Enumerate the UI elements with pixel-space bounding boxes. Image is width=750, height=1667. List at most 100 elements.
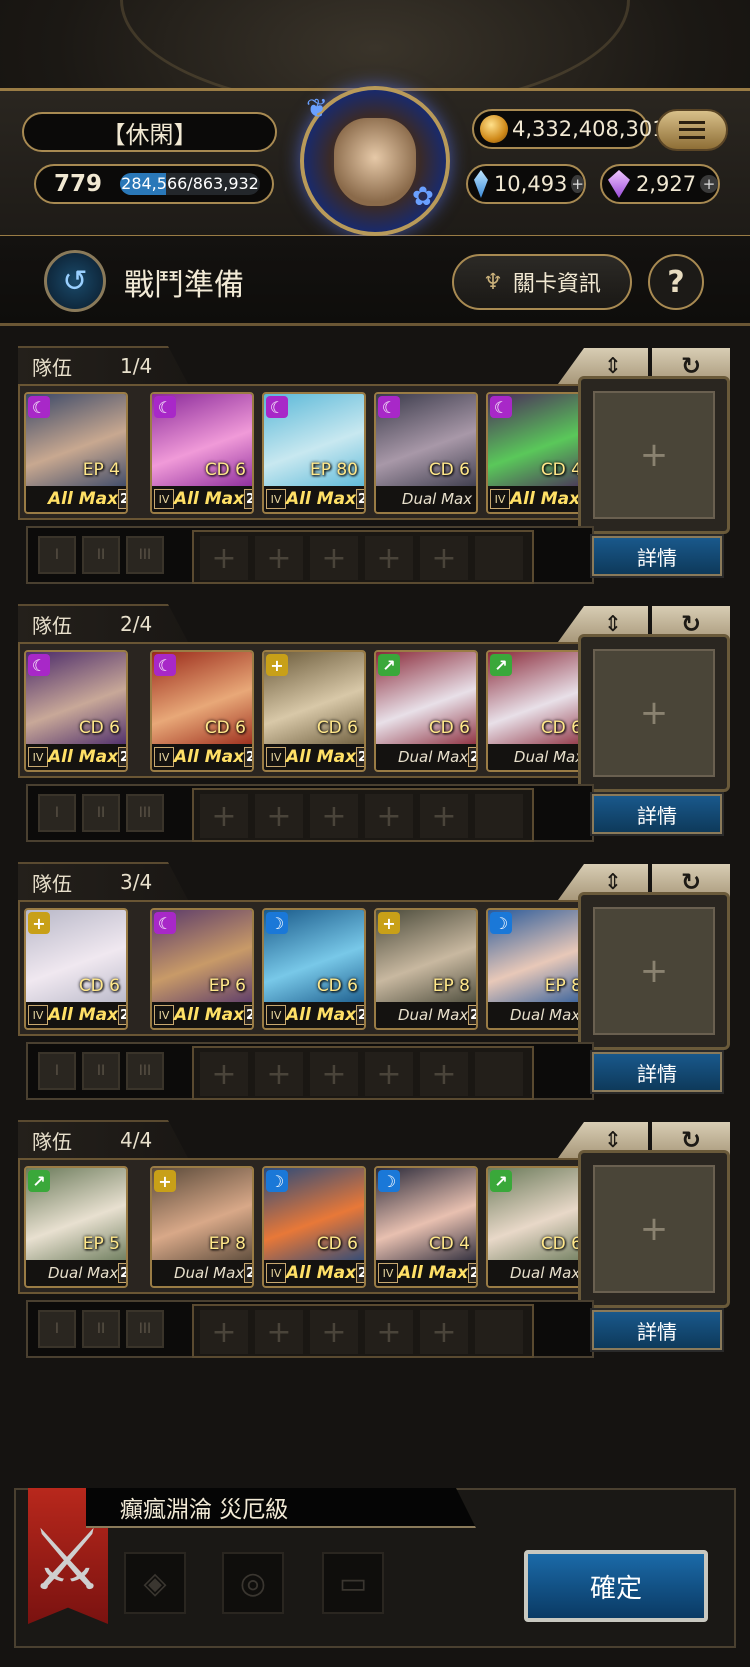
formation-slot-3[interactable]: III bbox=[126, 794, 164, 832]
badge-slot[interactable]: + bbox=[420, 1310, 468, 1354]
badge-slot[interactable]: + bbox=[310, 1052, 358, 1096]
formation-slot-3[interactable]: III bbox=[126, 1310, 164, 1348]
character-card[interactable]: + EP 8 Dual Max 20 bbox=[150, 1166, 254, 1288]
team-count: 3/4 bbox=[120, 870, 153, 894]
card-footer: Dual Max 20 bbox=[376, 1002, 476, 1028]
badge-slot[interactable] bbox=[475, 1052, 523, 1096]
badge-slot[interactable]: + bbox=[200, 536, 248, 580]
formation-slot-1[interactable]: I bbox=[38, 1310, 76, 1348]
add-support-slot[interactable]: + bbox=[578, 634, 730, 792]
player-avatar[interactable]: ❦ ✿ bbox=[300, 86, 450, 236]
character-card[interactable]: ☾ EP 80 IV All Max 20 bbox=[262, 392, 366, 514]
formation-slot-2[interactable]: II bbox=[82, 1052, 120, 1090]
character-card[interactable]: ☾ CD 6 IV All Max 20 bbox=[24, 650, 128, 772]
add-purple-gem-icon[interactable]: + bbox=[700, 175, 718, 193]
exp-bar: 284,566/863,932 bbox=[120, 173, 260, 195]
character-card[interactable]: ☾ CD 6 Dual Max bbox=[374, 392, 478, 514]
max-label: All Max bbox=[398, 1263, 469, 1283]
character-card[interactable]: ☾ CD 6 IV All Max 20 bbox=[150, 650, 254, 772]
formation-slot-1[interactable]: I bbox=[38, 536, 76, 574]
team-4: 隊伍 4/4 ⇕↻ ↗ EP 5 Dual Max 20 + EP 8 Dual… bbox=[18, 1120, 732, 1370]
character-card[interactable]: ☽ EP 8 Dual Max 20 bbox=[486, 908, 590, 1030]
badge-slot[interactable]: + bbox=[420, 794, 468, 838]
badge-slot[interactable]: + bbox=[365, 536, 413, 580]
reward-slot[interactable]: ▭ bbox=[322, 1552, 384, 1614]
badge-slot[interactable]: + bbox=[200, 794, 248, 838]
character-card[interactable]: ↗ CD 6 Dual Max 20 bbox=[486, 1166, 590, 1288]
back-button[interactable]: ↺ bbox=[44, 250, 106, 312]
add-support-slot[interactable]: + bbox=[578, 1150, 730, 1308]
character-card[interactable]: ☽ CD 6 IV All Max 20 bbox=[262, 1166, 366, 1288]
add-support-slot[interactable]: + bbox=[578, 892, 730, 1050]
badge-slot[interactable]: + bbox=[200, 1052, 248, 1096]
formation-slot-3[interactable]: III bbox=[126, 536, 164, 574]
character-card[interactable]: + EP 8 Dual Max 20 bbox=[374, 908, 478, 1030]
add-support-slot[interactable]: + bbox=[578, 376, 730, 534]
badge-slot[interactable]: + bbox=[200, 1310, 248, 1354]
detail-button[interactable]: 詳情 bbox=[590, 1308, 724, 1352]
detail-button[interactable]: 詳情 bbox=[590, 1050, 724, 1094]
player-level: 779 284,566/863,932 bbox=[34, 164, 274, 204]
gold-amount: 4,332,408,301 bbox=[512, 117, 666, 141]
badge-slot[interactable]: + bbox=[255, 1310, 303, 1354]
exp-text: 284,566/863,932 bbox=[121, 174, 259, 193]
badge-slot[interactable]: + bbox=[255, 1052, 303, 1096]
character-card[interactable]: ↗ CD 6 Dual Max 20 bbox=[374, 650, 478, 772]
badge-slot[interactable]: + bbox=[310, 794, 358, 838]
formation-slot-1[interactable]: I bbox=[38, 794, 76, 832]
character-card[interactable]: + CD 6 IV All Max 20 bbox=[262, 650, 366, 772]
character-card[interactable]: ☾ EP 4 All Max 20 bbox=[24, 392, 128, 514]
character-card[interactable]: ☾ CD 4 IV All Max 20 bbox=[486, 392, 590, 514]
character-card[interactable]: ☽ CD 6 IV All Max 20 bbox=[262, 908, 366, 1030]
add-blue-gem-icon[interactable]: + bbox=[571, 175, 584, 193]
card-footer: IV All Max 20 bbox=[376, 1260, 476, 1286]
formation-slot-2[interactable]: II bbox=[82, 794, 120, 832]
max-label: All Max bbox=[286, 1005, 357, 1025]
skill-cooldown: CD 6 bbox=[204, 718, 246, 738]
formation-slot-2[interactable]: II bbox=[82, 536, 120, 574]
detail-button[interactable]: 詳情 bbox=[590, 792, 724, 836]
formation-slot-3[interactable]: III bbox=[126, 1052, 164, 1090]
card-footer: IV All Max 20 bbox=[152, 486, 252, 512]
character-card[interactable]: + CD 6 IV All Max 20 bbox=[24, 908, 128, 1030]
badge-slot[interactable]: + bbox=[310, 1310, 358, 1354]
blue-gem-counter[interactable]: 10,493 + bbox=[466, 164, 586, 204]
butterfly-icon: ❦ bbox=[306, 94, 328, 124]
card-footer: Dual Max 20 bbox=[376, 744, 476, 770]
menu-button[interactable] bbox=[656, 109, 728, 151]
character-card[interactable]: ☽ CD 4 IV All Max 20 bbox=[374, 1166, 478, 1288]
badge-slot[interactable]: + bbox=[420, 536, 468, 580]
help-button[interactable]: ? bbox=[648, 254, 704, 310]
formation-slot-2[interactable]: II bbox=[82, 1310, 120, 1348]
skill-cooldown: CD 6 bbox=[540, 718, 582, 738]
badge-slot[interactable]: + bbox=[365, 794, 413, 838]
max-label: Dual Max bbox=[398, 1006, 469, 1024]
badge-slot[interactable]: + bbox=[255, 794, 303, 838]
badge-slot[interactable] bbox=[475, 1310, 523, 1354]
badge-slot[interactable]: + bbox=[365, 1052, 413, 1096]
card-footer: Dual Max 20 bbox=[488, 1260, 588, 1286]
reward-slot[interactable]: ◈ bbox=[124, 1552, 186, 1614]
character-card[interactable]: ☾ CD 6 IV All Max 20 bbox=[150, 392, 254, 514]
purple-gem-counter[interactable]: 2,927 + bbox=[600, 164, 720, 204]
skill-cooldown: EP 4 bbox=[82, 460, 120, 480]
badge-slot[interactable]: + bbox=[255, 536, 303, 580]
badge-slot[interactable]: + bbox=[365, 1310, 413, 1354]
badge-slot[interactable] bbox=[475, 794, 523, 838]
team-sub-row: I II III + + + + + bbox=[26, 784, 594, 842]
character-card[interactable]: ↗ CD 6 Dual Max bbox=[486, 650, 590, 772]
confirm-button[interactable]: 確定 bbox=[524, 1550, 708, 1622]
badge-slot[interactable] bbox=[475, 536, 523, 580]
formation-slot-1[interactable]: I bbox=[38, 1052, 76, 1090]
max-label: Dual Max bbox=[398, 748, 469, 766]
character-card[interactable]: ↗ EP 5 Dual Max 20 bbox=[24, 1166, 128, 1288]
badge-slot[interactable]: + bbox=[310, 536, 358, 580]
attribute-light-icon: + bbox=[154, 1170, 176, 1192]
card-footer: IV All Max 20 bbox=[264, 1002, 364, 1028]
stage-info-button[interactable]: ♆ 關卡資訊 bbox=[452, 254, 632, 310]
detail-button[interactable]: 詳情 bbox=[590, 534, 724, 578]
character-card[interactable]: ☾ EP 6 IV All Max 20 bbox=[150, 908, 254, 1030]
badge-slot[interactable]: + bbox=[420, 1052, 468, 1096]
reward-slot[interactable]: ◎ bbox=[222, 1552, 284, 1614]
skill-cooldown: CD 6 bbox=[428, 718, 470, 738]
